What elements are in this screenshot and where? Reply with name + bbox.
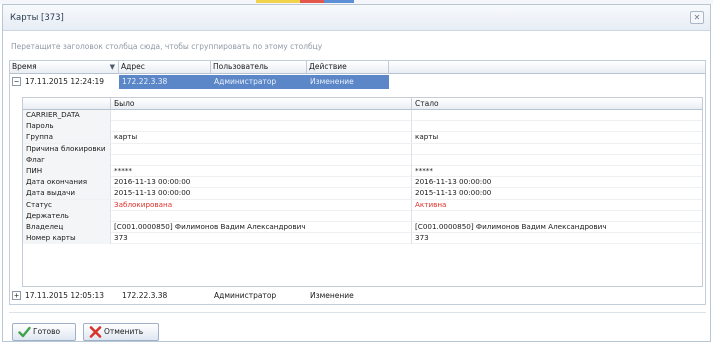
- detail-field-name: Дата окончания: [23, 177, 111, 189]
- expand-icon[interactable]: +: [12, 291, 21, 300]
- detail-new-value: [412, 121, 702, 132]
- detail-new-value: 373: [415, 233, 429, 243]
- detail-old-value: [111, 154, 412, 166]
- detail-row[interactable]: ПИН ***** *****: [23, 166, 702, 178]
- detail-new-value: Активна: [415, 199, 447, 209]
- cross-icon: [89, 326, 102, 338]
- detail-new-value: 2015-11-13 00:00:00: [415, 188, 492, 198]
- top-strip-mark-yellow: [256, 0, 300, 3]
- row-2-time: 17.11.2015 12:05:13: [25, 291, 105, 300]
- close-button[interactable]: ✕: [690, 11, 704, 24]
- column-header-filler: [389, 61, 705, 74]
- top-strip-mark-blue: [324, 0, 354, 3]
- column-header-address[interactable]: Адрес: [119, 61, 211, 74]
- detail-old-value: 373: [111, 233, 412, 245]
- detail-field-name: Причина блокировки: [23, 143, 111, 155]
- cancel-button[interactable]: Отменить: [83, 323, 159, 341]
- detail-row[interactable]: Номер карты 373 373: [23, 233, 702, 245]
- detail-old-value: [C001.0000850] Филимонов Вадим Александр…: [111, 222, 412, 233]
- detail-new-value: [412, 144, 702, 155]
- change-detail-grid: Было Стало CARRIER_DATA Пароль Группа карты…: [22, 97, 703, 287]
- row-1-user: Администратор: [211, 75, 307, 89]
- detail-field-name: Флаг: [23, 154, 111, 166]
- sort-down-icon: ▼: [109, 63, 115, 71]
- detail-old-value: [111, 121, 412, 133]
- table-row-2[interactable]: + 17.11.2015 12:05:13 172.22.3.38 Админи…: [10, 289, 705, 303]
- detail-old-value: [111, 110, 412, 121]
- detail-row[interactable]: Пароль: [23, 121, 702, 133]
- history-grid: Время ▼ Адрес Пользователь Действие − 17…: [9, 60, 706, 305]
- row-2-user: Администратор: [214, 291, 277, 300]
- detail-field-name: Дата выдачи: [23, 188, 111, 200]
- column-header-time[interactable]: Время ▼: [10, 61, 119, 74]
- detail-old-value: 2016-11-13 00:00:00: [111, 177, 412, 189]
- row-1-time: 17.11.2015 12:24:19: [25, 77, 105, 86]
- detail-field-name: ПИН: [23, 166, 111, 177]
- detail-new-value: карты: [415, 132, 439, 142]
- detail-header-field: [23, 98, 111, 110]
- close-icon: ✕: [693, 13, 701, 22]
- detail-old-value: *****: [111, 166, 412, 177]
- detail-row[interactable]: Флаг: [23, 154, 702, 166]
- detail-field-name: Группа: [23, 132, 111, 144]
- cancel-button-label: Отменить: [104, 327, 144, 336]
- detail-field-name: Статус: [23, 199, 111, 211]
- detail-new-value: [C001.0000850] Филимонов Вадим Александр…: [415, 222, 607, 231]
- row-1-address: 172.22.3.38: [119, 75, 211, 89]
- detail-new-value: *****: [415, 166, 433, 175]
- detail-row[interactable]: Держатель: [23, 210, 702, 222]
- detail-row[interactable]: Статус Заблокирована Активна: [23, 199, 702, 211]
- column-header-user[interactable]: Пользователь: [211, 61, 307, 74]
- detail-new-value: 2016-11-13 00:00:00: [415, 177, 492, 187]
- column-header-action[interactable]: Действие: [307, 61, 389, 74]
- title-bar: Карты [373] ✕: [3, 5, 710, 31]
- detail-row[interactable]: Группа карты карты: [23, 132, 702, 144]
- detail-field-name: Владелец: [23, 222, 111, 233]
- detail-row[interactable]: Дата окончания 2016-11-13 00:00:00 2016-11…: [23, 177, 702, 189]
- row-2-address: 172.22.3.38: [122, 291, 168, 300]
- table-row-1[interactable]: − 17.11.2015 12:24:19 172.22.3.38 Админи…: [10, 75, 705, 89]
- detail-field-name: Пароль: [23, 121, 111, 133]
- detail-field-name: Номер карты: [23, 233, 111, 245]
- top-strip-mark-red: [300, 0, 324, 3]
- detail-row[interactable]: Дата выдачи 2015-11-13 00:00:00 2015-11-13…: [23, 188, 702, 200]
- dialog-window: Карты [373] ✕ Перетащите заголовок столб…: [2, 4, 711, 342]
- ok-button[interactable]: Готово: [12, 323, 76, 341]
- button-bar: Готово Отменить: [9, 312, 706, 341]
- detail-new-value: [412, 211, 702, 222]
- detail-old-value: 2015-11-13 00:00:00: [111, 188, 412, 200]
- detail-header-old[interactable]: Было: [111, 98, 412, 110]
- detail-new-value: [412, 110, 702, 121]
- detail-new-value: [412, 155, 702, 166]
- detail-field-name: CARRIER_DATA: [23, 110, 111, 121]
- collapse-icon[interactable]: −: [12, 77, 21, 86]
- detail-old-value: Заблокирована: [111, 199, 412, 211]
- ok-button-label: Готово: [33, 327, 61, 336]
- row-2-action: Изменение: [310, 291, 354, 300]
- detail-row[interactable]: Владелец [C001.0000850] Филимонов Вадим А…: [23, 222, 702, 234]
- window-title: Карты [373]: [10, 13, 64, 23]
- detail-old-value: [111, 143, 412, 155]
- group-hint: Перетащите заголовок столбца сюда, чтобы…: [11, 42, 323, 51]
- detail-row[interactable]: Причина блокировки: [23, 143, 702, 155]
- column-header-time-label: Время: [12, 62, 37, 71]
- check-icon: [18, 326, 31, 338]
- detail-field-name: Держатель: [23, 210, 111, 222]
- detail-header-new[interactable]: Стало: [412, 98, 702, 110]
- detail-old-value: [111, 210, 412, 222]
- row-1-action: Изменение: [307, 75, 389, 89]
- detail-row[interactable]: CARRIER_DATA: [23, 110, 702, 122]
- detail-old-value: карты: [111, 132, 412, 144]
